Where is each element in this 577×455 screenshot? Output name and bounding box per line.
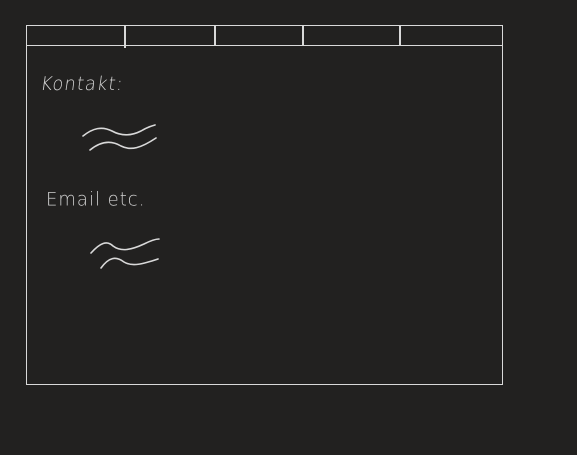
nav-tab-2[interactable] [125,26,214,45]
navigation-bar [27,25,502,48]
nav-divider-4 [399,25,401,45]
nav-tab-4[interactable] [302,26,399,45]
nav-tab-1[interactable] [27,26,125,45]
nav-divider-3 [302,25,304,45]
contact-heading: Kontakt: [39,72,126,95]
nav-divider-1 [124,25,126,48]
nav-tab-5[interactable] [399,26,502,45]
wireframe-canvas: Kontakt: Email etc. [0,0,577,455]
nav-divider-2 [214,25,216,45]
nav-tab-3[interactable] [214,26,302,45]
email-heading: Email etc. [46,188,146,211]
